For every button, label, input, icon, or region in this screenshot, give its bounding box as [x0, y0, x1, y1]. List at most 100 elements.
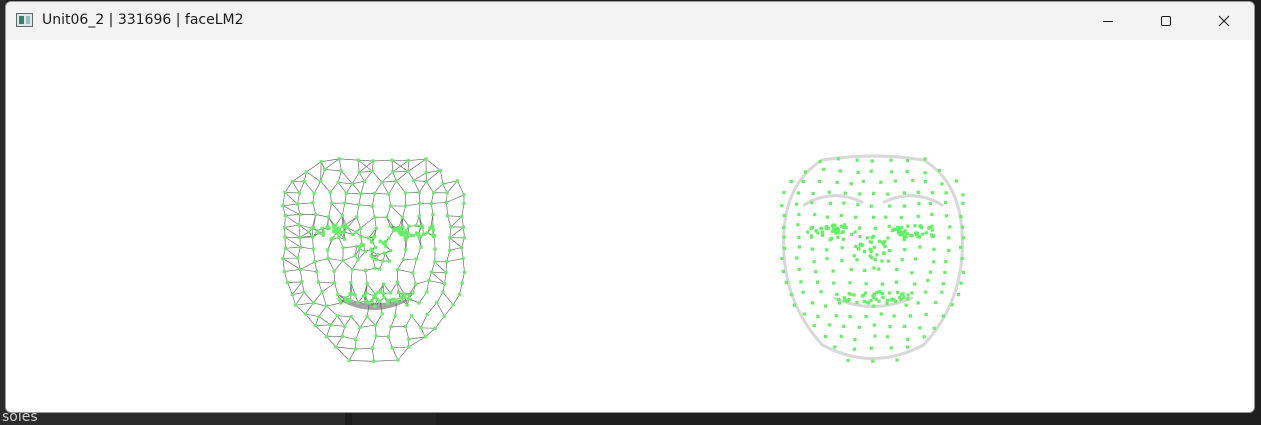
landmark-point — [399, 233, 403, 237]
mesh-edge — [381, 171, 393, 183]
mesh-edge — [330, 324, 345, 327]
background-panel — [0, 413, 345, 425]
landmark-point — [899, 215, 904, 220]
mesh-edge — [360, 216, 375, 229]
mesh-edge — [396, 171, 409, 182]
landmark-point — [781, 269, 785, 274]
minimize-button[interactable] — [1079, 2, 1137, 40]
landmark-point — [905, 231, 909, 236]
landmark-point — [818, 179, 822, 184]
landmark-point — [337, 228, 342, 232]
landmark-point — [855, 158, 859, 162]
landmark-point — [916, 231, 920, 235]
mesh-edge — [357, 159, 373, 172]
landmark-point — [873, 334, 877, 338]
landmark-point — [927, 226, 931, 230]
landmark-point — [848, 315, 852, 319]
mesh-edge — [284, 269, 301, 272]
mesh-edge — [418, 181, 427, 193]
landmark-point — [932, 247, 936, 251]
landmark-point — [924, 312, 928, 317]
landmark-point — [918, 326, 922, 330]
landmark-point — [419, 326, 423, 330]
landmark-point — [381, 259, 385, 263]
window-title: Unit06_2 | 331696 | faceLM2 — [42, 12, 244, 28]
landmark-point — [341, 231, 345, 235]
landmark-point — [825, 248, 829, 252]
landmark-point — [424, 179, 428, 184]
landmark-point — [858, 192, 862, 196]
landmark-point — [959, 215, 963, 219]
landmark-point — [322, 230, 326, 234]
landmark-point — [930, 191, 935, 195]
background-editor-right — [1255, 0, 1261, 425]
landmark-point — [947, 236, 951, 240]
render-canvas[interactable] — [6, 40, 1254, 412]
landmark-point — [879, 312, 883, 316]
landmark-point — [355, 215, 359, 219]
landmark-point — [457, 293, 462, 297]
landmark-point — [418, 235, 423, 239]
landmark-point — [462, 270, 467, 274]
landmark-point — [960, 256, 964, 261]
mesh-edge — [449, 226, 464, 239]
background-taskbar — [0, 413, 1261, 425]
landmark-point — [341, 246, 345, 250]
landmark-point — [872, 215, 876, 219]
landmark-point — [449, 225, 453, 229]
landmark-point — [354, 337, 358, 342]
landmark-point — [389, 325, 393, 329]
landmark-point — [816, 314, 820, 319]
app-window[interactable]: Unit06_2 | 331696 | faceLM2 — [5, 1, 1255, 413]
mesh-edge — [402, 205, 406, 218]
landmark-point — [917, 201, 921, 206]
mesh-edge — [388, 336, 393, 348]
landmark-point — [868, 254, 872, 258]
mesh-edge — [428, 280, 445, 285]
landmark-point — [869, 169, 873, 173]
title-bar[interactable]: Unit06_2 | 331696 | faceLM2 — [6, 2, 1254, 40]
mesh-edge — [430, 203, 434, 215]
landmark-point — [373, 245, 378, 249]
landmark-point — [911, 178, 915, 183]
landmark-point — [831, 269, 835, 273]
landmark-point — [856, 170, 860, 174]
mesh-edge — [390, 281, 398, 294]
landmark-point — [411, 234, 415, 238]
landmark-point — [353, 254, 357, 258]
mesh-edge — [314, 258, 329, 263]
landmark-point — [801, 179, 805, 184]
landmark-point — [832, 281, 836, 285]
landmark-point — [332, 223, 336, 227]
mesh-edge — [295, 302, 314, 306]
landmark-point — [372, 359, 376, 363]
landmark-point — [900, 258, 904, 262]
landmark-point — [890, 297, 895, 301]
landmark-point — [796, 223, 800, 227]
landmark-point — [886, 192, 890, 196]
landmark-point — [353, 347, 358, 351]
landmark-point — [378, 267, 382, 271]
landmark-point — [903, 248, 907, 252]
landmark-point — [445, 214, 450, 218]
close-button[interactable] — [1195, 2, 1253, 40]
landmark-point — [852, 347, 857, 351]
landmark-point — [411, 271, 415, 275]
landmark-point — [459, 245, 464, 250]
landmark-point — [815, 280, 820, 284]
maximize-button[interactable] — [1137, 2, 1195, 40]
landmark-point — [857, 325, 861, 329]
landmark-point — [380, 180, 384, 184]
landmark-point — [829, 236, 833, 241]
landmark-point — [336, 292, 340, 297]
landmark-point — [849, 267, 853, 272]
landmark-point — [395, 300, 399, 304]
mesh-edge — [413, 172, 427, 181]
landmark-point — [782, 235, 786, 239]
mesh-edge — [352, 269, 366, 271]
landmark-point — [351, 232, 355, 236]
landmark-point — [326, 256, 330, 261]
mesh-edge — [343, 246, 357, 249]
landmark-point — [825, 215, 830, 219]
landmark-point — [455, 179, 459, 183]
